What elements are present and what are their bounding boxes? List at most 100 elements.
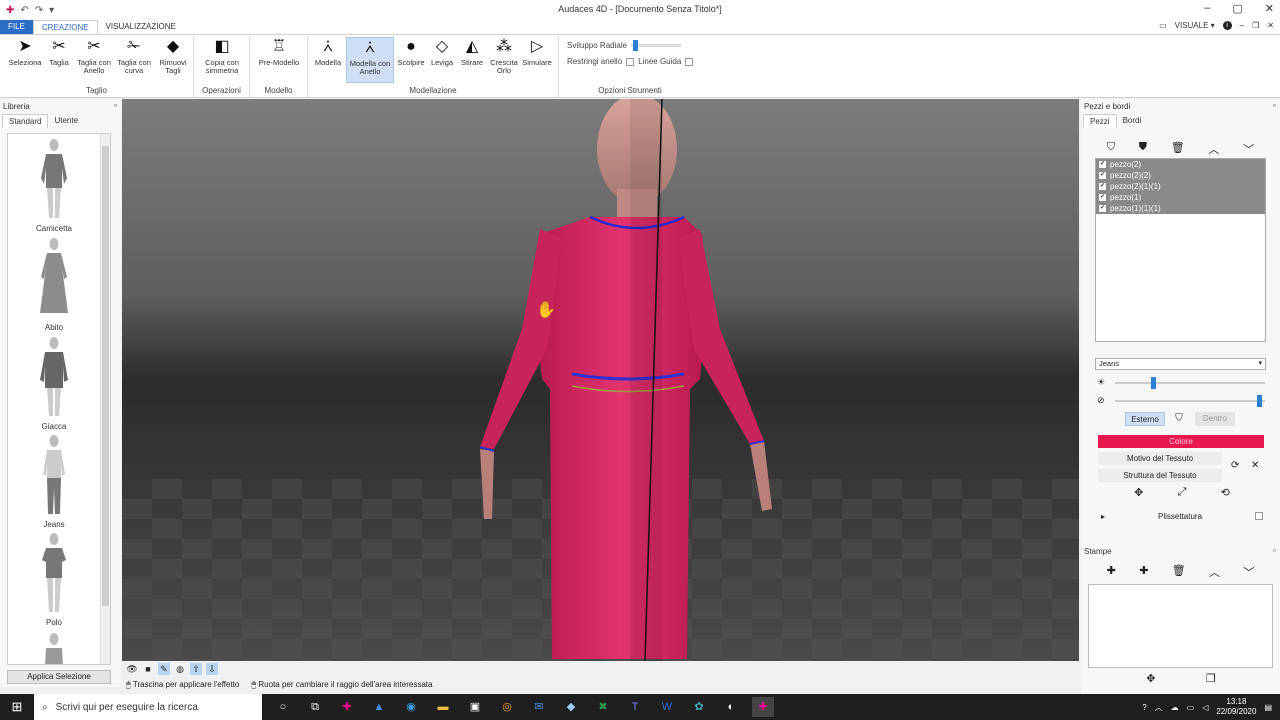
plissettatura-row[interactable]: ▸ Plissettatura	[1101, 512, 1263, 521]
tool-taglia[interactable]: ✂ Taglia	[44, 37, 74, 67]
sviluppo-slider[interactable]	[631, 40, 682, 51]
tool-pre-modello[interactable]: ♖ Pre-Modello	[255, 37, 303, 67]
duplicate-piece-icon[interactable]: ⛊	[1139, 141, 1147, 157]
fabric-select[interactable]: Jeans ▾	[1095, 358, 1266, 370]
app-icon[interactable]: ◆	[560, 697, 582, 717]
volume-icon[interactable]: ◁	[1202, 703, 1208, 712]
edge-icon[interactable]: ◉	[400, 697, 422, 717]
refresh-icon[interactable]: ⟳	[1231, 460, 1239, 471]
list-item[interactable]: ✔ pezzo(1)	[1096, 192, 1265, 203]
fabric-pattern-button[interactable]: Motivo del Tessuto	[1098, 452, 1222, 465]
audaces-app-icon[interactable]: ✚	[336, 697, 358, 717]
inner-close-icon[interactable]: ✕	[1267, 21, 1274, 30]
inner-minimize-icon[interactable]: –	[1240, 21, 1244, 30]
list-item[interactable]: ✔ pezzo(2)	[1096, 159, 1265, 170]
restringi-checkbox[interactable]	[626, 57, 635, 66]
expand-icon[interactable]: ▸	[1101, 512, 1105, 521]
move-icon[interactable]: ✥	[1146, 672, 1155, 685]
close-icon[interactable]: ✕	[1265, 2, 1274, 15]
help-icon[interactable]: ?	[1142, 703, 1146, 712]
tab-utente[interactable]: Utente	[48, 114, 84, 128]
tool-stirare[interactable]: ◭ Stirare	[458, 37, 486, 67]
tab-creazione[interactable]: CREAZIONE	[32, 20, 98, 34]
taskbar-search[interactable]: ⌕ Scrivi qui per eseguire la ricerca	[34, 694, 262, 720]
checkbox[interactable]: ✔	[1099, 161, 1106, 168]
clock[interactable]: 13:18 22/09/2020	[1216, 697, 1256, 717]
color-button[interactable]: Colore	[1098, 435, 1264, 448]
3d-viewport[interactable]: ✋	[122, 99, 1079, 661]
tool-taglia-curva[interactable]: ✁ Taglia con curva	[114, 37, 154, 75]
teams-icon[interactable]: T	[624, 697, 646, 717]
checkbox[interactable]: ✔	[1099, 172, 1106, 179]
network-icon[interactable]: ▭	[1187, 703, 1195, 712]
settings-icon[interactable]: ✿	[688, 697, 710, 717]
scroll-thumb[interactable]	[102, 146, 109, 606]
maximize-icon[interactable]: ▢	[1232, 2, 1242, 15]
folder-icon[interactable]: ▬	[432, 697, 454, 717]
camera-icon[interactable]: ■	[142, 663, 154, 675]
rotate-icon[interactable]: ⟲	[1221, 486, 1230, 499]
move-up-icon[interactable]: ︿	[1208, 141, 1219, 157]
plissettatura-checkbox[interactable]	[1255, 512, 1263, 520]
notifications-icon[interactable]: ▤	[1264, 703, 1272, 712]
library-item-polo[interactable]: Polo	[8, 532, 100, 627]
list-item[interactable]: ✔ pezzo(2)(2)	[1096, 170, 1265, 181]
app-icon[interactable]: ▲	[368, 697, 390, 717]
move-down-icon[interactable]: ⇩	[206, 663, 218, 675]
library-item-giacca[interactable]: Giacca	[8, 336, 100, 431]
tool-simulare[interactable]: ▷ Simulare	[520, 37, 554, 67]
eye-icon[interactable]: 👁	[126, 663, 138, 675]
tool-taglia-anello[interactable]: ✂ Taglia con Anello	[76, 37, 112, 75]
tab-pezzi[interactable]: Pezzi	[1083, 114, 1117, 128]
monitor-icon[interactable]: ▭	[1159, 21, 1167, 30]
tool-rimuovi-tagli[interactable]: ◆ Rimuovi Tagli	[156, 37, 190, 75]
windows-start-icon[interactable]: ⊞	[0, 699, 34, 715]
inner-restore-icon[interactable]: ❐	[1252, 21, 1259, 30]
view-dropdown[interactable]: VISUALE ▾	[1175, 21, 1215, 30]
scale-icon[interactable]: ⤢	[1178, 486, 1187, 499]
dentro-button[interactable]: Dentro	[1195, 412, 1235, 426]
pin-icon[interactable]: ▫	[114, 101, 117, 110]
task-view-icon[interactable]: ⧉	[304, 697, 326, 717]
copy-icon[interactable]: ❐	[1206, 672, 1216, 685]
shirt-icon[interactable]: ⛉	[1171, 412, 1187, 426]
brightness-slider[interactable]	[1115, 377, 1265, 389]
tray-chevron-icon[interactable]: ︿	[1155, 702, 1163, 713]
store-icon[interactable]: ▣	[464, 697, 486, 717]
trash-icon[interactable]: 🗑	[1172, 564, 1186, 580]
minimize-icon[interactable]: –	[1204, 2, 1210, 15]
globe-icon[interactable]: ◍	[174, 663, 186, 675]
tab-visualizzazione[interactable]: VISUALIZZAZIONE	[98, 20, 184, 34]
tool-modella[interactable]: ⩑ Modella	[312, 37, 344, 67]
move-down-icon[interactable]: ﹀	[1243, 564, 1254, 580]
audaces-active-icon[interactable]: ✚	[752, 697, 774, 717]
slider-thumb[interactable]	[1257, 395, 1262, 407]
chrome-icon[interactable]: ◎	[496, 697, 518, 717]
list-item[interactable]: ✔ pezzo(1)(1)(1)	[1096, 203, 1265, 214]
tool-crescita-orlo[interactable]: ⁂ Crescita Orlo	[488, 37, 520, 75]
tool-copia-simmetria[interactable]: ◧ Copia con simmetria	[198, 37, 246, 75]
tool-scolpire[interactable]: ● Scolpire	[396, 37, 426, 67]
tab-file[interactable]: FILE	[0, 20, 33, 34]
apply-selection-button[interactable]: Applica Selezione	[7, 670, 111, 684]
pin-icon[interactable]: ▫	[1273, 101, 1276, 110]
checkbox[interactable]: ✔	[1099, 205, 1106, 212]
tool-seleziona[interactable]: ➤ Seleziona	[7, 37, 43, 67]
add-copy-icon[interactable]: ✚	[1139, 564, 1148, 580]
library-item-abito[interactable]: Abito	[8, 237, 100, 332]
visibility-slider[interactable]	[1115, 395, 1265, 407]
move-up-icon[interactable]: ⇧	[190, 663, 202, 675]
esterno-button[interactable]: Esterno	[1125, 412, 1165, 426]
checkbox[interactable]: ✔	[1099, 183, 1106, 190]
tab-standard[interactable]: Standard	[2, 114, 49, 128]
library-item-jeans[interactable]: Jeans	[8, 434, 100, 529]
library-item-camicetta[interactable]: Camicetta	[8, 138, 100, 233]
app-360-icon[interactable]: ◐	[720, 697, 742, 717]
move-down-icon[interactable]: ﹀	[1243, 141, 1254, 157]
move-icon[interactable]: ✥	[1134, 486, 1143, 499]
close-icon[interactable]: ✕	[1251, 460, 1259, 471]
tool-leviga[interactable]: ◇ Leviga	[428, 37, 456, 67]
pen-icon[interactable]: ✎	[158, 663, 170, 675]
slider-thumb[interactable]	[1151, 377, 1156, 389]
cloud-icon[interactable]: ☁	[1171, 703, 1179, 712]
